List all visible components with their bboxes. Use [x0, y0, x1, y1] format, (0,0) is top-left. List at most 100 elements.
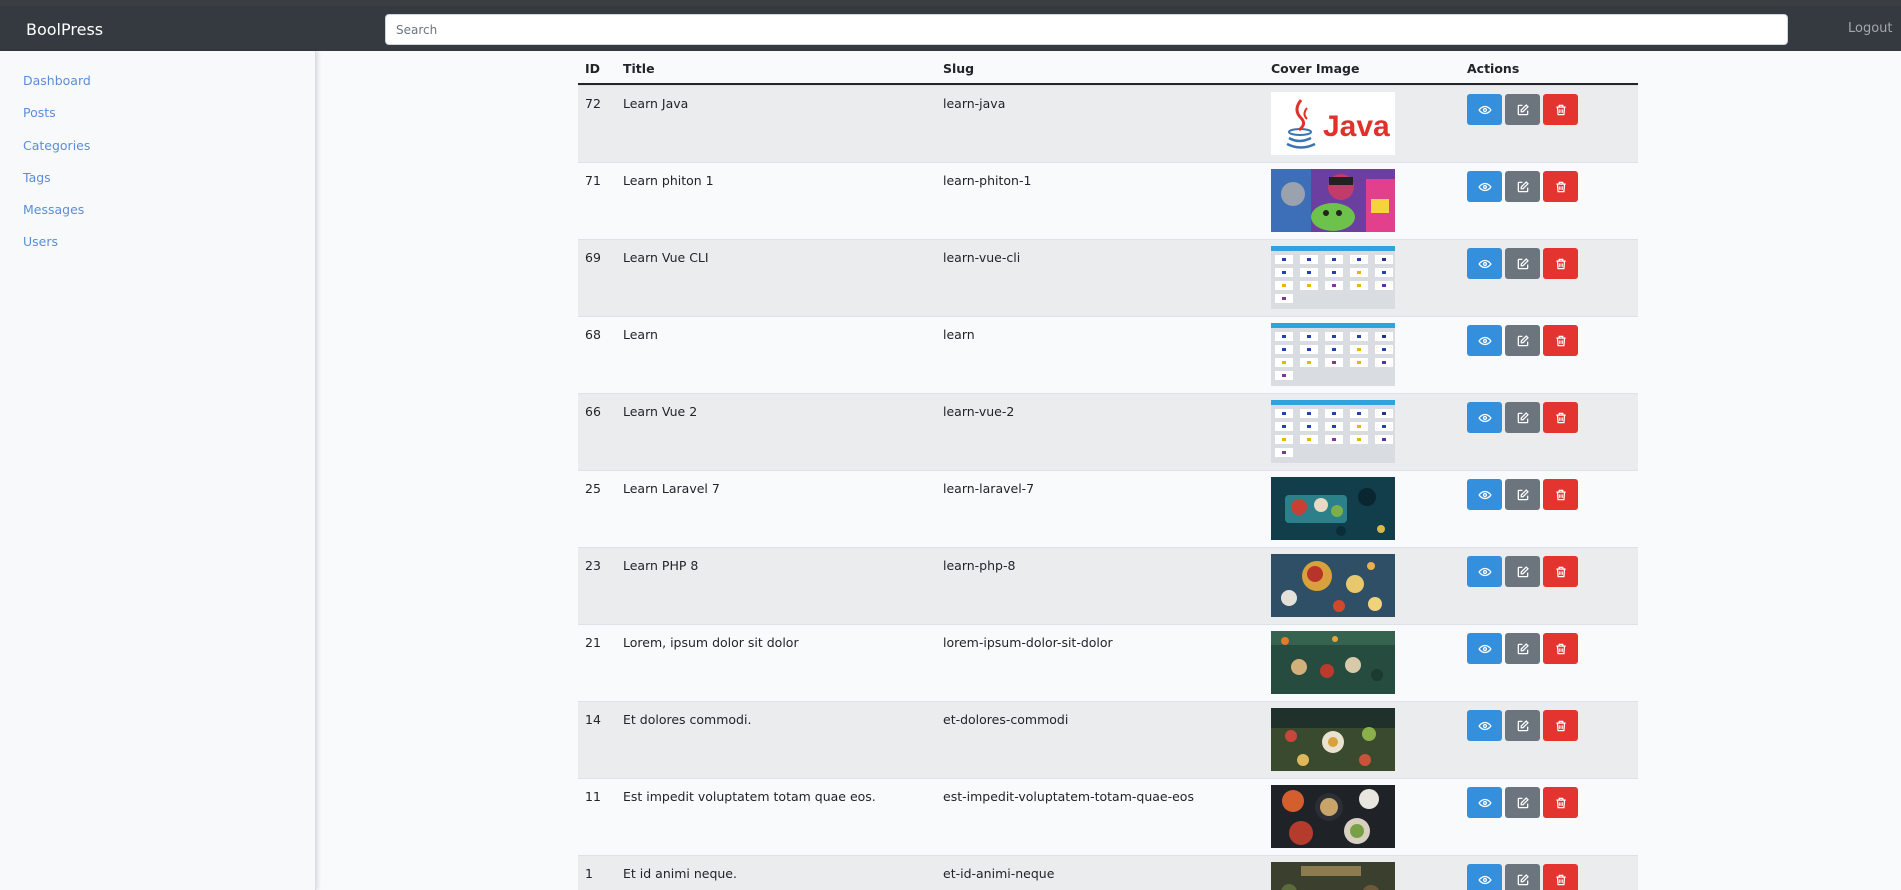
app-grid-screenshot-image: [1271, 323, 1395, 386]
post-slug: learn-phiton-1: [943, 173, 1032, 188]
delete-button[interactable]: [1543, 325, 1578, 356]
view-button[interactable]: [1467, 710, 1502, 741]
edit-icon: [1516, 334, 1530, 348]
trash-icon: [1554, 257, 1568, 271]
food-photo-blue-image: [1271, 554, 1395, 617]
edit-icon: [1516, 257, 1530, 271]
edit-button[interactable]: [1505, 479, 1540, 510]
edit-button[interactable]: [1505, 556, 1540, 587]
logout-link[interactable]: Logout: [1848, 21, 1893, 36]
top-navbar: BoolPress Logout: [0, 6, 1901, 51]
cover-image: [1271, 785, 1395, 848]
edit-icon: [1516, 565, 1530, 579]
post-id: 1: [585, 866, 593, 881]
food-photo-market-image: [1271, 708, 1395, 771]
delete-button[interactable]: [1543, 864, 1578, 890]
edit-button[interactable]: [1505, 402, 1540, 433]
sidebar-item-posts[interactable]: Posts: [23, 105, 56, 120]
view-button[interactable]: [1467, 479, 1502, 510]
sidebar-item-tags[interactable]: Tags: [23, 170, 51, 185]
post-slug: learn-laravel-7: [943, 481, 1035, 496]
food-photo-teal-image: [1271, 477, 1395, 540]
cover-image: [1271, 323, 1395, 386]
view-button[interactable]: [1467, 325, 1502, 356]
trash-icon: [1554, 565, 1568, 579]
java-logo-text: Java: [1323, 110, 1390, 143]
edit-icon: [1516, 642, 1530, 656]
post-title: Learn Vue CLI: [623, 250, 709, 265]
trash-icon: [1554, 642, 1568, 656]
table-row: 72 Learn Java learn-java Java: [578, 85, 1638, 162]
delete-button[interactable]: [1543, 556, 1578, 587]
post-slug: est-impedit-voluptatem-totam-quae-eos: [943, 789, 1194, 804]
brand-link[interactable]: BoolPress: [26, 20, 103, 39]
sidebar-item-users[interactable]: Users: [23, 234, 58, 249]
edit-button[interactable]: [1505, 325, 1540, 356]
view-button[interactable]: [1467, 864, 1502, 890]
sidebar-item-messages[interactable]: Messages: [23, 202, 84, 217]
col-header-cover-image: Cover Image: [1271, 61, 1360, 76]
delete-button[interactable]: [1543, 479, 1578, 510]
eye-icon: [1477, 796, 1492, 810]
delete-button[interactable]: [1543, 633, 1578, 664]
eye-icon: [1477, 103, 1492, 117]
search-input[interactable]: [385, 14, 1788, 45]
edit-icon: [1516, 488, 1530, 502]
eye-icon: [1477, 411, 1492, 425]
post-id: 69: [585, 250, 601, 265]
table-header: ID Title Slug Cover Image Actions: [578, 56, 1638, 85]
post-title: Learn PHP 8: [623, 558, 699, 573]
delete-button[interactable]: [1543, 787, 1578, 818]
view-button[interactable]: [1467, 171, 1502, 202]
delete-button[interactable]: [1543, 171, 1578, 202]
cover-image: [1271, 400, 1395, 463]
view-button[interactable]: [1467, 248, 1502, 279]
col-header-actions: Actions: [1467, 61, 1520, 76]
post-id: 68: [585, 327, 601, 342]
edit-button[interactable]: [1505, 171, 1540, 202]
post-title: Et dolores commodi.: [623, 712, 752, 727]
edit-button[interactable]: [1505, 248, 1540, 279]
sidebar-item-categories[interactable]: Categories: [23, 138, 90, 153]
eye-icon: [1477, 642, 1492, 656]
post-id: 72: [585, 96, 601, 111]
delete-button[interactable]: [1543, 402, 1578, 433]
edit-icon: [1516, 103, 1530, 117]
view-button[interactable]: [1467, 402, 1502, 433]
eye-icon: [1477, 873, 1492, 887]
view-button[interactable]: [1467, 556, 1502, 587]
col-header-title: Title: [623, 61, 655, 76]
table-row: 23 Learn PHP 8 learn-php-8: [578, 547, 1638, 624]
table-row: 25 Learn Laravel 7 learn-laravel-7: [578, 470, 1638, 547]
delete-button[interactable]: [1543, 248, 1578, 279]
post-slug: et-id-animi-neque: [943, 866, 1055, 881]
edit-button[interactable]: [1505, 94, 1540, 125]
cover-image: Java: [1271, 92, 1395, 155]
delete-button[interactable]: [1543, 94, 1578, 125]
post-id: 71: [585, 173, 601, 188]
sidebar-item-dashboard[interactable]: Dashboard: [23, 73, 91, 88]
edit-button[interactable]: [1505, 864, 1540, 890]
edit-button[interactable]: [1505, 787, 1540, 818]
view-button[interactable]: [1467, 787, 1502, 818]
edit-icon: [1516, 796, 1530, 810]
post-title: Learn Vue 2: [623, 404, 698, 419]
table-row: 21 Lorem, ipsum dolor sit dolor lorem-ip…: [578, 624, 1638, 701]
table-row: 66 Learn Vue 2 learn-vue-2: [578, 393, 1638, 470]
edit-icon: [1516, 719, 1530, 733]
view-button[interactable]: [1467, 94, 1502, 125]
app-grid-screenshot-image: [1271, 400, 1395, 463]
edit-button[interactable]: [1505, 710, 1540, 741]
delete-button[interactable]: [1543, 710, 1578, 741]
edit-button[interactable]: [1505, 633, 1540, 664]
cover-image: [1271, 862, 1395, 890]
view-button[interactable]: [1467, 633, 1502, 664]
eye-icon: [1477, 257, 1492, 271]
trash-icon: [1554, 488, 1568, 502]
edit-icon: [1516, 180, 1530, 194]
post-id: 25: [585, 481, 601, 496]
post-slug: et-dolores-commodi: [943, 712, 1069, 727]
post-title: Learn Java: [623, 96, 689, 111]
post-id: 66: [585, 404, 601, 419]
trash-icon: [1554, 411, 1568, 425]
